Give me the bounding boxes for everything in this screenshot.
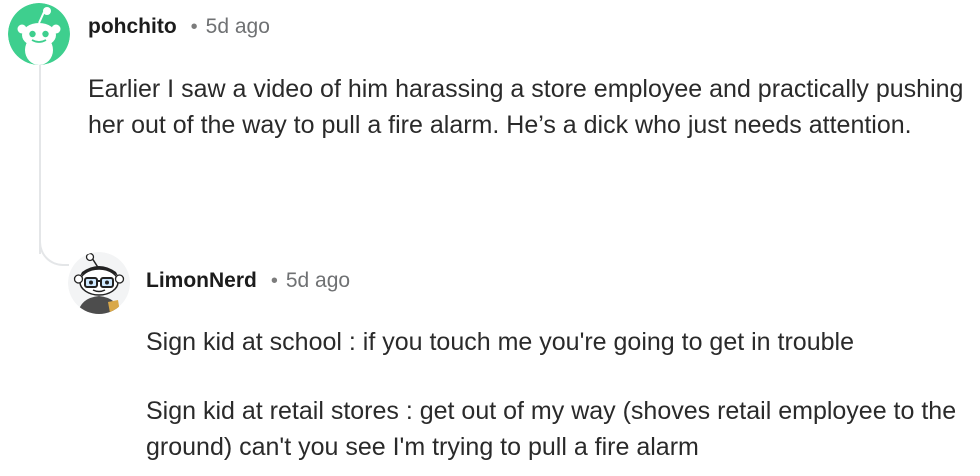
comment-body-paragraph: Sign kid at retail stores : get out of m…	[146, 397, 957, 461]
thread-reply-connector	[39, 234, 69, 266]
snoo-green-avatar-icon[interactable]	[8, 3, 70, 65]
comment-timestamp[interactable]: 5d ago	[206, 15, 270, 39]
comment-body-paragraph: Sign kid at school : if you touch me you…	[146, 328, 854, 356]
thread-line[interactable]	[39, 64, 41, 254]
meta-separator: •	[270, 269, 278, 292]
meta-separator: •	[190, 15, 198, 38]
username-link[interactable]: pohchito	[88, 15, 177, 39]
comment-body: Earlier I saw a video of him harassing a…	[88, 75, 964, 139]
comment-meta: LimonNerd • 5d ago	[146, 267, 350, 295]
comment-meta: pohchito • 5d ago	[88, 13, 270, 41]
username-link[interactable]: LimonNerd	[146, 269, 257, 293]
snoo-nerd-glasses-avatar-icon[interactable]	[68, 252, 130, 314]
comment-timestamp[interactable]: 5d ago	[286, 269, 350, 293]
